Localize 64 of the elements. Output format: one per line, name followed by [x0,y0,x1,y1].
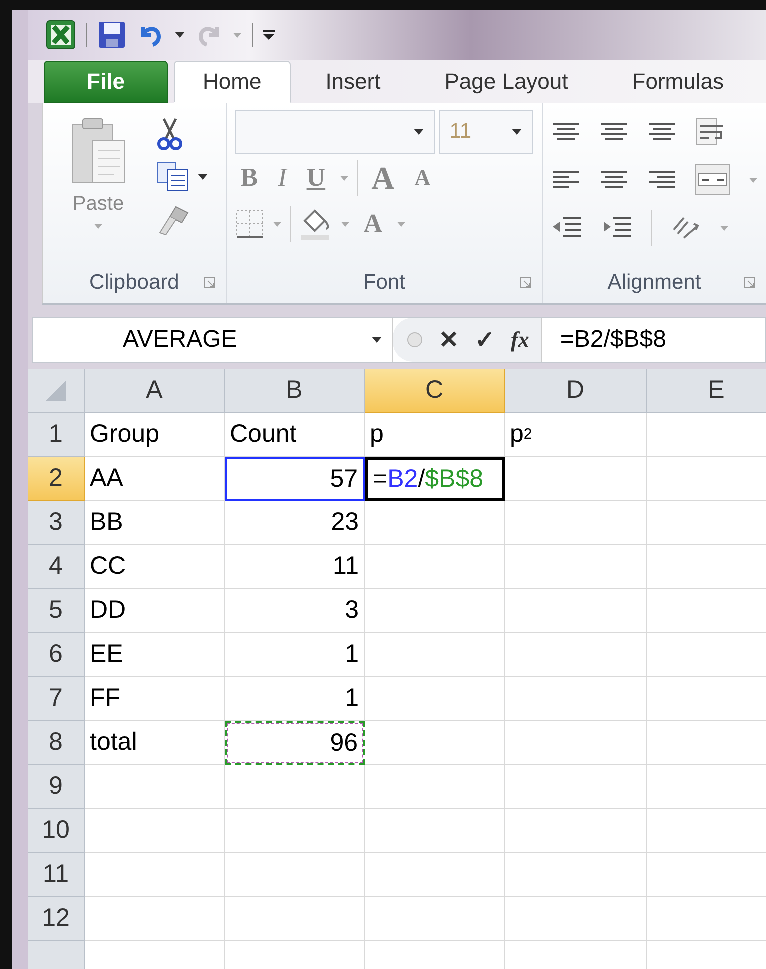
formula-field[interactable]: =B2/$B$8 [542,326,666,354]
table-cell: FF [85,677,225,721]
caret-icon[interactable] [175,32,185,38]
column-header[interactable]: D [505,369,647,413]
table-cell: 1 [225,633,365,677]
cancel-button[interactable]: ✕ [439,326,459,354]
borders-icon[interactable] [234,209,265,239]
group-label: Font [363,271,406,295]
enter-button[interactable]: ✓ [475,326,495,354]
table-cell: total [85,721,225,765]
file-tab[interactable]: File [44,61,168,103]
table-cell: DD [85,589,225,633]
table-cell: AA [85,457,225,501]
row-header[interactable]: 12 [28,897,85,941]
dialog-launcher-icon[interactable] [520,277,532,289]
insert-function-button[interactable]: fx [511,327,530,353]
table-cell: BB [85,501,225,545]
row-header[interactable]: 4 [28,545,85,589]
dialog-launcher-icon[interactable] [744,277,756,289]
table-cell: Group [85,413,225,457]
ribbon-tab[interactable]: Insert [296,61,410,103]
table-cell: 1 [225,677,365,721]
table-cell: =B2/$B$8 [365,457,505,501]
row-header[interactable]: 6 [28,633,85,677]
row-header[interactable]: 1 [28,413,85,457]
caret-icon[interactable] [372,337,382,343]
column-header[interactable]: C [365,369,505,413]
column-header[interactable]: A [85,369,225,413]
row-header[interactable]: 11 [28,853,85,897]
name-box[interactable]: AVERAGE [33,318,393,362]
scissors-icon[interactable] [156,117,184,151]
customize-toolbar-icon[interactable] [263,29,275,41]
ribbon-tab[interactable]: Home [174,61,291,103]
table-cell: CC [85,545,225,589]
ribbon-tab[interactable]: Formulas [603,61,753,103]
table-cell: 11 [225,545,365,589]
dialog-launcher-icon[interactable] [204,277,216,289]
row-header[interactable]: 9 [28,765,85,809]
table-cell: Count [225,413,365,457]
column-header[interactable]: E [647,369,766,413]
font-name-field[interactable] [234,110,435,154]
merge-center-icon[interactable] [695,164,731,196]
group-label: Alignment [608,271,702,295]
row-header[interactable]: 10 [28,809,85,853]
table-cell: EE [85,633,225,677]
table-cell: 3 [225,589,365,633]
caret-icon[interactable] [198,174,208,180]
table-cell: p [365,413,505,457]
table-cell: 23 [225,501,365,545]
row-header[interactable]: 8 [28,721,85,765]
table-cell: 96 [225,721,365,765]
group-label: Clipboard [89,271,180,295]
caret-icon[interactable] [512,129,522,135]
row-header[interactable]: 3 [28,501,85,545]
ribbon-tab[interactable]: Page Layout [416,61,598,103]
save-icon[interactable] [97,20,127,50]
row-header[interactable]: 7 [28,677,85,721]
excel-logo-icon [46,20,76,50]
table-cell: 57 [225,457,365,501]
column-header[interactable]: B [225,369,365,413]
caret-icon[interactable] [414,129,424,135]
row-header[interactable]: 5 [28,589,85,633]
row-header[interactable]: 2 [28,457,85,501]
triangle-icon [44,378,68,402]
